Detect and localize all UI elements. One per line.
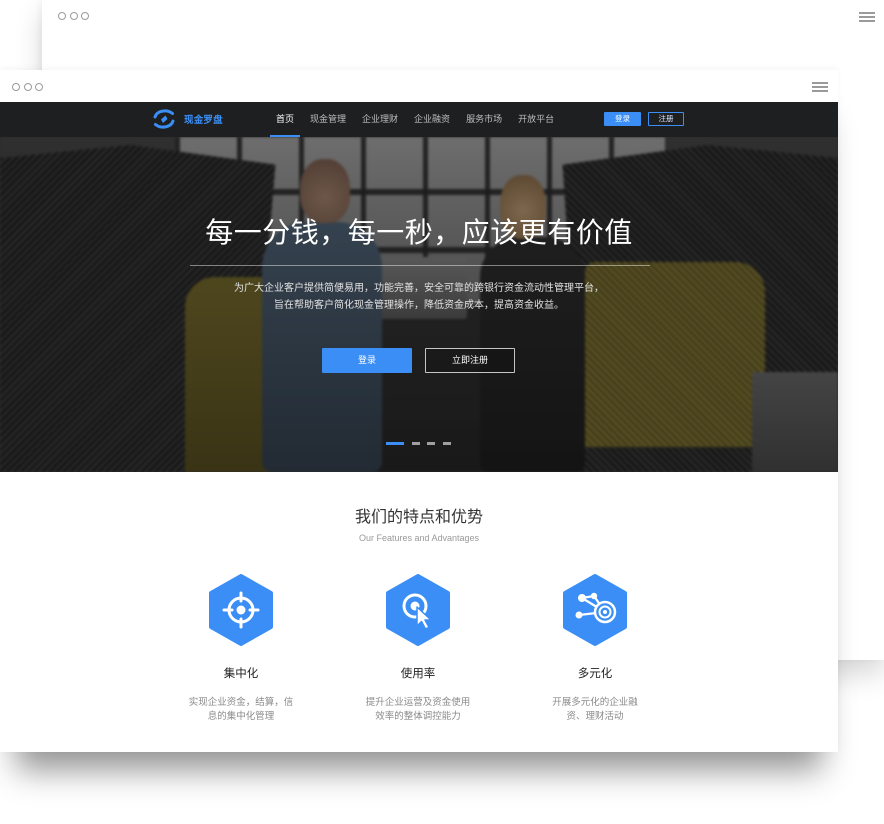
main-nav: 首页 现金管理 企业理财 企业融资 服务市场 开放平台 <box>268 102 562 137</box>
hero-register-button[interactable]: 立即注册 <box>425 348 515 373</box>
brand-logo[interactable]: 现金罗盘 <box>152 108 223 130</box>
hamburger-bar <box>812 82 828 84</box>
feature-description-line: 提升企业运营及资金使用 <box>365 697 471 708</box>
feature-title: 集中化 <box>223 668 259 680</box>
feature-description-line: 资、理财活动 <box>566 711 624 722</box>
nav-item-corporate-financing[interactable]: 企业融资 <box>406 102 458 137</box>
features-section: 我们的特点和优势 Our Features and Advantages 集中化… <box>0 472 838 752</box>
feature-title: 多元化 <box>577 668 613 680</box>
carousel-dot[interactable] <box>442 442 451 445</box>
nav-item-corporate-wealth[interactable]: 企业理财 <box>354 102 406 137</box>
hero-banner: 每一分钱，每一秒，应该更有价值 为广大企业客户提供简便易用，功能完善，安全可靠的… <box>0 137 838 472</box>
window-dots-icon <box>12 83 43 91</box>
window-dot <box>81 12 89 20</box>
feature-card-utilization: 使用率 提升企业运营及资金使用 效率的整体调控能力 <box>338 574 498 734</box>
front-browser-window: 现金罗盘 首页 现金管理 企业理财 企业融资 服务市场 开放平台 登录 注册 每… <box>0 70 838 752</box>
features-subtitle: Our Features and Advantages <box>358 533 480 543</box>
top-navbar: 现金罗盘 首页 现金管理 企业理财 企业融资 服务市场 开放平台 登录 注册 <box>0 102 838 137</box>
window-dots-icon <box>58 12 89 20</box>
hero-subtitle: 为广大企业客户提供简便易用，功能完善，安全可靠的跨银行资金流动性管理平台， 旨在… <box>0 280 838 314</box>
nav-register-button[interactable]: 注册 <box>648 112 684 126</box>
feature-description: 开展多元化的企业融 资、理财活动 <box>515 696 675 724</box>
hamburger-bar <box>812 90 828 92</box>
nav-login-button[interactable]: 登录 <box>604 112 641 126</box>
feature-title: 使用率 <box>400 668 436 680</box>
feature-description-line: 息的集中化管理 <box>207 711 275 722</box>
feature-description-line: 开展多元化的企业融 <box>552 697 638 708</box>
feature-card-centralization: 集中化 实现企业资金，结算，信 息的集中化管理 <box>161 574 321 734</box>
nav-item-home[interactable]: 首页 <box>268 102 302 137</box>
window-dot <box>58 12 66 20</box>
hamburger-bar <box>812 86 828 88</box>
nav-item-service-market[interactable]: 服务市场 <box>458 102 510 137</box>
window-titlebar <box>0 70 838 102</box>
feature-description: 实现企业资金，结算，信 息的集中化管理 <box>161 696 321 724</box>
hamburger-bar <box>859 12 875 14</box>
hero-subtitle-line: 旨在帮助客户简化现金管理操作，降低资金成本，提高资金收益。 <box>274 300 564 311</box>
network-nodes-icon <box>563 574 627 646</box>
feature-description: 提升企业运营及资金使用 效率的整体调控能力 <box>338 696 498 724</box>
hero-title: 每一分钱，每一秒，应该更有价值 <box>205 217 633 248</box>
hamburger-menu-icon[interactable] <box>859 12 875 22</box>
nav-item-open-platform[interactable]: 开放平台 <box>510 102 562 137</box>
nav-item-cash-management[interactable]: 现金管理 <box>302 102 354 137</box>
features-title: 我们的特点和优势 <box>354 509 483 526</box>
feature-card-diversification: 多元化 开展多元化的企业融 资、理财活动 <box>515 574 675 734</box>
feature-description-line: 效率的整体调控能力 <box>375 711 461 722</box>
window-dot <box>12 83 20 91</box>
carousel-dot[interactable] <box>386 442 404 445</box>
target-icon <box>209 574 273 646</box>
hamburger-menu-icon[interactable] <box>812 82 828 92</box>
brand-name: 现金罗盘 <box>184 115 223 126</box>
window-dot <box>23 83 32 91</box>
compass-logo-icon <box>153 109 175 129</box>
window-dot <box>35 83 43 91</box>
carousel-dot[interactable] <box>427 442 435 445</box>
carousel-indicators <box>386 442 451 445</box>
hero-subtitle-line: 为广大企业客户提供简便易用，功能完善，安全可靠的跨银行资金流动性管理平台， <box>234 283 604 294</box>
carousel-dot[interactable] <box>411 442 420 445</box>
feature-description-line: 实现企业资金，结算，信 <box>188 697 294 708</box>
hero-login-button[interactable]: 登录 <box>322 348 412 373</box>
hamburger-bar <box>859 16 875 18</box>
window-dot <box>69 12 78 20</box>
hero-divider <box>190 265 650 266</box>
hamburger-bar <box>859 20 875 22</box>
click-pointer-icon <box>386 574 450 646</box>
